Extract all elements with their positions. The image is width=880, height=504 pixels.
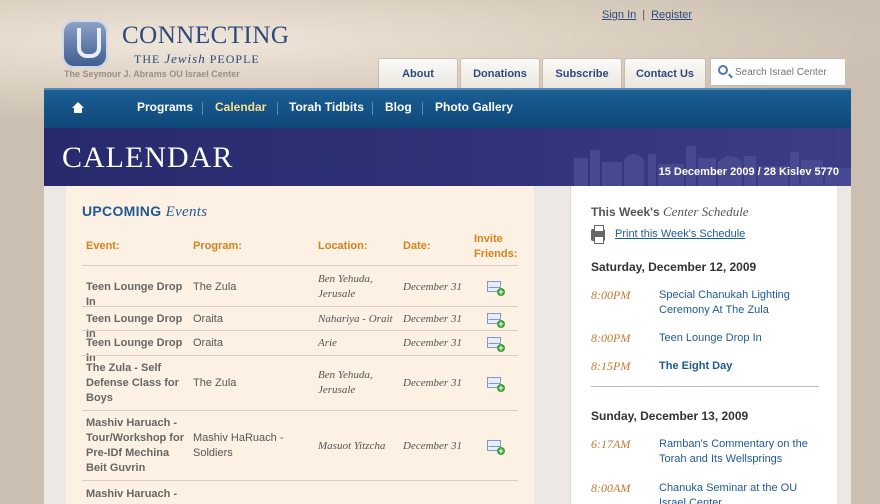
nav-divider	[277, 102, 278, 115]
print-schedule-link[interactable]: Print this Week's Schedule	[615, 228, 745, 240]
logo-tagline: The Seymour J. Abrams OU Israel Center	[64, 69, 240, 79]
page-banner: CALENDAR 15 December 2009 / 28 Kislev 57…	[44, 128, 851, 186]
logo-subtitle: THE Jewish PEOPLE	[134, 51, 260, 66]
sign-in-link[interactable]: Sign In	[602, 9, 636, 21]
link-separator: |	[642, 9, 646, 21]
nav-photo-gallery[interactable]: Photo Gallery	[435, 100, 513, 114]
event-program: Oraita	[193, 313, 223, 325]
schedule-event-link[interactable]: Special Chanukah Lighting Ceremony At Th…	[659, 288, 821, 318]
register-link[interactable]: Register	[651, 9, 692, 21]
event-date: December 31	[403, 440, 462, 452]
table-divider	[82, 410, 518, 411]
nav-torah-tidbits[interactable]: Torah Tidbits	[289, 100, 364, 114]
search-input[interactable]	[735, 65, 843, 79]
event-date: December 31	[403, 281, 462, 293]
table-divider	[82, 306, 518, 307]
event-program: Oraita	[193, 337, 223, 349]
upcoming-events-heading: UPCOMING Events	[82, 203, 208, 220]
schedule-time: 8:00PM	[591, 331, 631, 345]
event-program: The Zula	[193, 281, 237, 293]
printer-icon[interactable]	[591, 225, 605, 244]
schedule-event-link[interactable]: Chanuka Seminar at the OU Israel Center	[659, 481, 821, 504]
table-divider	[82, 480, 518, 481]
ou-logo-icon	[62, 20, 108, 68]
event-program: The Zula	[193, 377, 237, 389]
schedule-event-link[interactable]: Teen Lounge Drop In	[659, 331, 821, 346]
event-date: December 31	[403, 377, 462, 389]
schedule-time: 8:00AM	[591, 481, 631, 495]
schedule-event-link[interactable]: The Eight Day	[659, 359, 821, 374]
event-name[interactable]: Mashiv Haruach -	[86, 487, 190, 502]
nav-programs[interactable]: Programs	[137, 100, 193, 114]
column-header-friends: Friends:	[474, 248, 518, 260]
tab-about[interactable]: About	[378, 58, 458, 88]
column-header-invite: Invite	[474, 233, 503, 245]
table-divider	[82, 330, 518, 331]
search-box	[710, 58, 846, 86]
table-divider	[82, 355, 518, 356]
schedule-time: 8:00PM	[591, 288, 631, 302]
schedule-day-heading: Sunday, December 13, 2009	[591, 409, 749, 423]
account-links: Sign In | Register	[602, 9, 692, 21]
logo-title: CONNECTING	[122, 22, 290, 49]
event-location: Arie	[318, 337, 337, 349]
schedule-event-link[interactable]: Ramban's Commentary on the Torah and Its…	[659, 437, 821, 467]
invite-friends-icon[interactable]	[487, 313, 505, 328]
schedule-divider	[591, 386, 819, 387]
event-location: Ben Yehuda, Jerusale	[318, 369, 373, 396]
page-title: CALENDAR	[62, 141, 234, 174]
schedule-time: 8:15PM	[591, 359, 631, 373]
nav-divider	[422, 102, 423, 115]
event-date: December 31	[403, 337, 462, 349]
invite-friends-icon[interactable]	[487, 377, 505, 392]
column-header-event: Event:	[86, 240, 120, 252]
event-location: Masuot Yitzcha	[318, 440, 386, 452]
event-location: Nahariya - Orait	[318, 313, 393, 325]
schedule-heading: This Week's Center Schedule	[591, 204, 749, 219]
tab-donations[interactable]: Donations	[460, 58, 540, 88]
schedule-time: 6:17AM	[591, 437, 631, 451]
nav-calendar[interactable]: Calendar	[215, 100, 266, 114]
main-nav: Programs Calendar Torah Tidbits Blog Pho…	[44, 88, 851, 128]
column-header-program: Program:	[193, 240, 242, 252]
nav-divider	[372, 102, 373, 115]
event-program: Mashiv HaRuach - Soldiers	[193, 432, 284, 459]
event-location: Ben Yehuda, Jerusale	[318, 273, 373, 300]
tab-contact-us[interactable]: Contact Us	[624, 58, 706, 88]
schedule-day-heading: Saturday, December 12, 2009	[591, 260, 757, 274]
column-header-date: Date:	[403, 240, 431, 252]
tab-subscribe[interactable]: Subscribe	[542, 58, 622, 88]
nav-blog[interactable]: Blog	[385, 100, 412, 114]
home-icon[interactable]	[72, 102, 84, 114]
nav-divider	[202, 102, 203, 115]
column-header-location: Location:	[318, 240, 368, 252]
search-icon[interactable]	[718, 65, 728, 75]
banner-date: 15 December 2009 / 28 Kislev 5770	[658, 166, 839, 178]
invite-friends-icon[interactable]	[487, 281, 505, 296]
logo[interactable]: CONNECTING THE Jewish PEOPLE The Seymour…	[62, 18, 302, 88]
invite-friends-icon[interactable]	[487, 440, 505, 455]
invite-friends-icon[interactable]	[487, 337, 505, 352]
event-name[interactable]: The Zula - Self Defense Class for Boys	[86, 361, 190, 406]
table-divider	[82, 265, 518, 266]
event-name[interactable]: Mashiv Haruach - Tour/Workshop for Pre-I…	[86, 416, 190, 476]
event-date: December 31	[403, 313, 462, 325]
